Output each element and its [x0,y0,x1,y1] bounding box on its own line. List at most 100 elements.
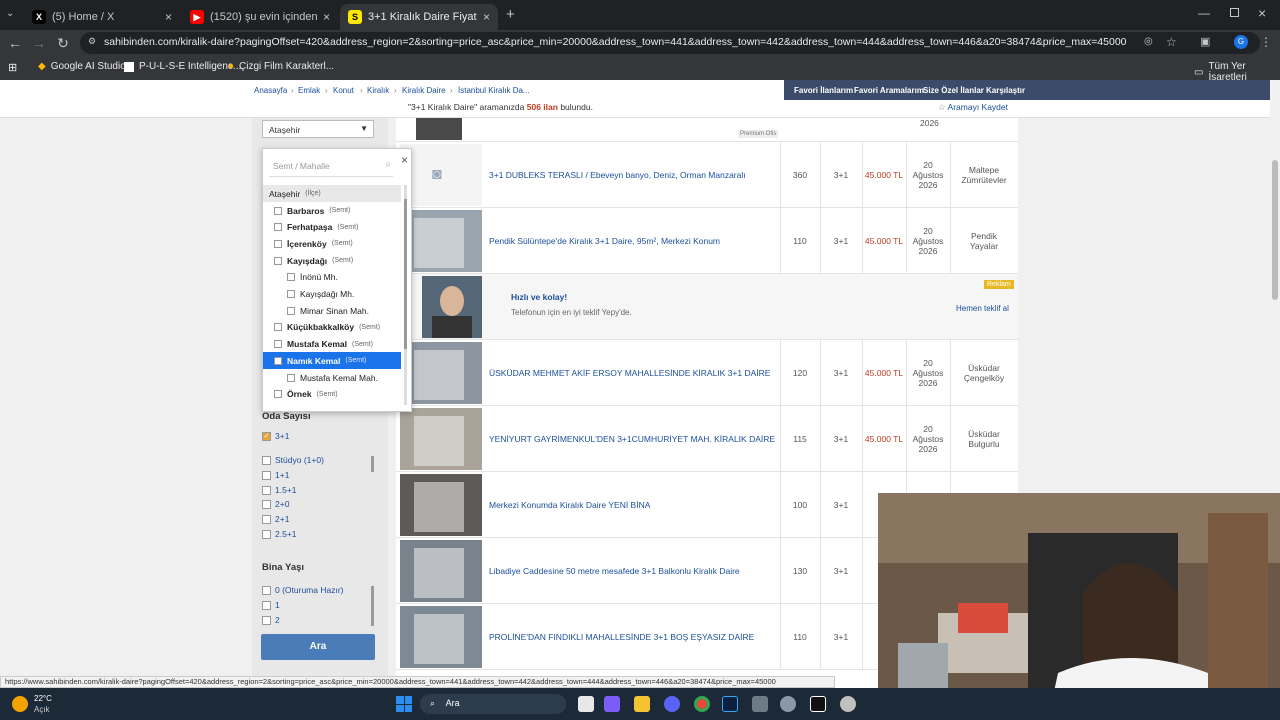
table-row[interactable]: ÜSKÜDAR MEHMET AKİF ERSOY MAHALLESİNDE K… [396,340,1018,406]
semt-item[interactable]: Ferhatpaşa (Semt) [263,219,401,236]
listing-title[interactable]: Pendik Sülüntepe'de Kiralık 3+1 Daire, 9… [489,208,779,274]
app-icon[interactable] [752,696,768,712]
neighborhood-item[interactable]: İnönü Mh. [263,269,401,286]
checkbox[interactable]: ✓ [262,431,271,441]
semt-item[interactable]: Barbaros (Semt) [263,202,401,219]
checkbox[interactable] [274,206,282,215]
discord-icon[interactable] [664,696,680,712]
listing-photo[interactable] [416,118,462,140]
listing-title[interactable]: Libadiye Caddesine 50 metre mesafede 3+1… [489,538,779,604]
checkbox[interactable] [262,585,271,595]
room-option[interactable]: 1+1 [262,470,289,480]
checkbox[interactable] [274,356,282,365]
photoshop-icon[interactable] [722,696,738,712]
checkbox[interactable] [287,373,295,382]
semt-item[interactable]: Namık Kemal (Semt) [263,352,401,370]
url-field[interactable]: ⚙ sahibinden.com/kiralik-daire?pagingOff… [80,32,1260,54]
neighborhood-search-input[interactable]: Semt / Mahalle ⌕ [269,157,393,177]
tab-youtube[interactable]: ▶ (1520) şu evin içinden merdiven × [182,4,338,30]
close-window-icon[interactable]: × [1258,5,1266,21]
tab-sahibinden[interactable]: S 3+1 Kiralık Daire Fiyatları ve Kiralık… [340,4,498,30]
ad-title[interactable]: Hızlı ve kolay! [511,292,567,302]
app-icon-2[interactable] [840,696,856,712]
semt-item[interactable]: İçerenköy (Semt) [263,235,401,252]
favorite-searches-link[interactable]: Favori Aramalarım [854,86,924,95]
weather-icon[interactable] [12,696,28,712]
close-icon[interactable]: × [323,10,330,24]
checkbox[interactable] [262,514,271,524]
checkbox[interactable] [262,485,271,495]
age-option[interactable]: 0 (Oturuma Hazır) [262,585,344,595]
taskview-icon[interactable] [578,696,594,712]
checkbox[interactable] [262,499,271,509]
apps-icon[interactable]: ⊞ [8,61,17,74]
table-row[interactable]: Pendik Sülüntepe'de Kiralık 3+1 Daire, 9… [396,208,1018,274]
ad-photo[interactable] [422,276,482,338]
avatar[interactable]: G [1234,35,1248,49]
settings-icon[interactable] [780,696,796,712]
bookmark-ai-studio[interactable]: ◆ Google AI Studio [38,61,126,72]
listing-title[interactable]: PROLİNE'DAN FINDIKLI MAHALLESİNDE 3+1 BO… [489,604,779,670]
tab-x[interactable]: X (5) Home / X × [24,4,180,30]
star-icon[interactable]: ☆ [1166,35,1177,49]
district-header[interactable]: Ataşehir (İlçe) [263,185,401,202]
new-tab-icon[interactable]: + [506,6,515,23]
chrome-icon[interactable] [694,696,710,712]
checkbox[interactable] [262,470,271,480]
breadcrumb-item[interactable]: İstanbul Kiralık Da... [458,86,530,95]
listing-photo-placeholder[interactable]: ◙ [400,144,482,206]
save-search-button[interactable]: ☆ Aramayı Kaydet [938,102,1008,113]
breadcrumb-item[interactable]: Emlak [298,86,320,95]
compare-link[interactable]: Karşılaştır [986,86,1025,95]
room-option[interactable]: 2+0 [262,499,289,509]
room-scrollbar[interactable] [371,456,374,472]
checkbox[interactable] [274,323,282,332]
neighborhood-item[interactable]: Mustafa Kemal Mah. [263,369,401,386]
search-button[interactable]: Ara [261,634,375,660]
room-option[interactable]: ✓ 3+1 [262,431,289,441]
capcut-icon[interactable] [810,696,826,712]
checkbox[interactable] [262,455,271,465]
table-row[interactable]: Premium Ofis 2026 [396,118,1018,142]
breadcrumb-item[interactable]: Kiralık Daire [402,86,446,95]
ad-link[interactable]: Hemen teklif al [956,304,1009,313]
checkbox[interactable] [274,390,282,399]
semt-item[interactable]: Mustafa Kemal (Semt) [263,336,401,353]
extensions-icon[interactable]: ▣ [1200,35,1210,48]
forward-icon[interactable]: → [30,35,48,51]
bookmark-cizgi[interactable]: ● Çizgi Film Karakterl... [228,61,334,72]
checkbox[interactable] [262,600,271,610]
close-icon[interactable]: × [165,10,172,24]
listing-photo[interactable] [400,342,482,404]
listing-photo[interactable] [400,474,482,536]
back-icon[interactable]: ← [6,35,24,51]
neighborhood-item[interactable]: Kayışdağı Mh. [263,286,401,303]
listing-photo[interactable] [400,606,482,668]
table-row[interactable]: ◙ 3+1 DUBLEKS TERASLI / Ebeveyn banyo, De… [396,142,1018,208]
breadcrumb-item[interactable]: Anasayfa [254,86,287,95]
breadcrumb-item[interactable]: Kiralık [367,86,389,95]
age-option[interactable]: 1 [262,600,280,610]
checkbox[interactable] [274,340,282,349]
eye-off-icon[interactable]: ◎ [1144,36,1153,47]
bookmark-pulse[interactable]: P-U-L-S-E Intelligenc... [124,61,241,72]
page-scroll-thumb[interactable] [1272,160,1278,300]
table-row[interactable]: YENİYURT GAYRİMENKUL'DEN 3+1CUMHURİYET M… [396,406,1018,472]
checkbox[interactable] [262,529,271,539]
checkbox[interactable] [274,223,282,232]
ad-row[interactable]: Hızlı ve kolay! Telefonun için en iyi tek… [396,274,1018,340]
room-option[interactable]: 2.5+1 [262,529,297,539]
copilot-icon[interactable] [604,696,620,712]
listing-title[interactable]: Merkezi Konumda Kiralık Daire YENİ BİNA [489,472,779,538]
semt-item[interactable]: Küçükbakkalköy (Semt) [263,319,401,336]
age-option[interactable]: 2 [262,615,280,625]
listing-title[interactable]: 3+1 DUBLEKS TERASLI / Ebeveyn banyo, Den… [489,142,779,208]
listing-photo[interactable] [400,540,482,602]
district-select[interactable]: Ataşehir ▼ [262,120,374,138]
reload-icon[interactable]: ↻ [54,35,72,52]
dropdown-scroll-thumb[interactable] [404,199,407,349]
checkbox[interactable] [262,615,271,625]
room-option[interactable]: 2+1 [262,514,289,524]
breadcrumb-item[interactable]: Konut [333,86,354,95]
listing-title[interactable]: ÜSKÜDAR MEHMET AKİF ERSOY MAHALLESİNDE K… [489,340,779,406]
